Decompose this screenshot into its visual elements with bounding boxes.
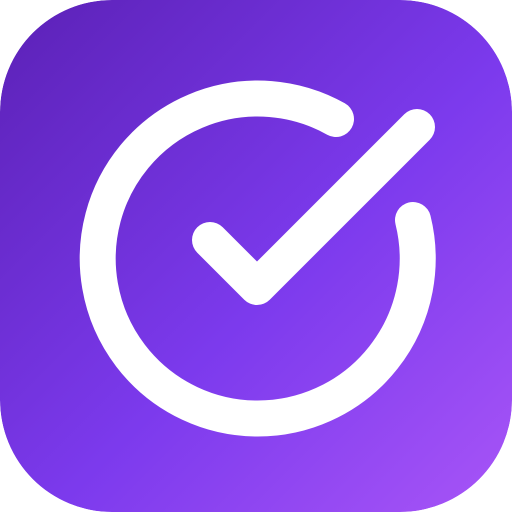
check-circle-icon xyxy=(0,0,512,512)
app-icon[interactable] xyxy=(0,0,512,512)
